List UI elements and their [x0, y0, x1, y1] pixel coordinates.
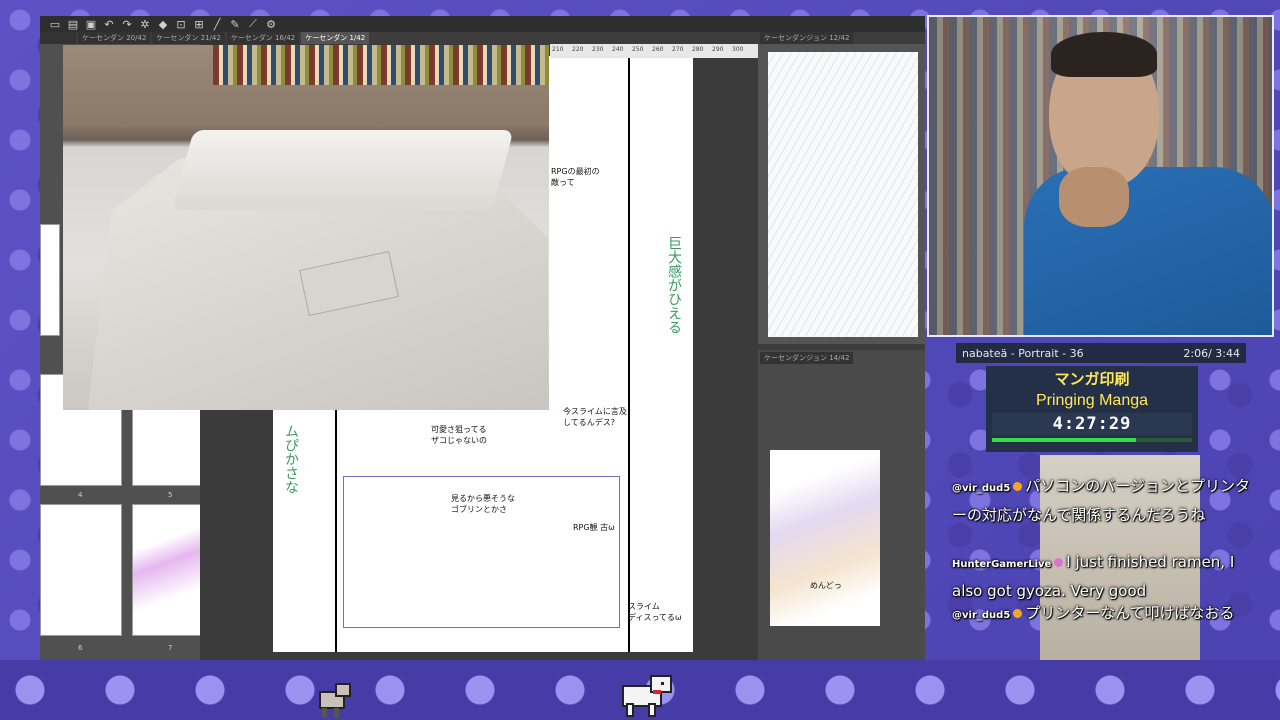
stream-title-box: マンガ印刷 Pringing Manga 4:27:29 — [986, 366, 1198, 452]
settings-icon[interactable]: ⚙ — [264, 18, 278, 31]
badge-icon — [1013, 482, 1023, 491]
toolbar: ▭ ▤ ▣ ↶ ↷ ✲ ◆ ⊡ ⊞ ╱ ✎ ⟋ ⚙ — [40, 16, 925, 32]
page-number: 5 — [168, 491, 173, 499]
streamer-hand — [1059, 167, 1129, 227]
bookshelf — [213, 45, 549, 85]
ruler-label: 230 — [592, 46, 604, 53]
webcam-feed — [927, 15, 1274, 337]
speech-bubble: 可愛さ狙ってる ザコじゃないの — [431, 425, 487, 445]
open-folder-icon[interactable]: ▤ — [66, 18, 80, 31]
reference-document-1[interactable]: ケーセンダンジョン 12/42 — [758, 32, 925, 344]
page-thumbnail[interactable] — [40, 224, 60, 336]
tab-document-1[interactable] — [40, 32, 76, 44]
song-title: nabateä - Portrait - 36 — [962, 346, 1084, 360]
song-time: 2:06/ 3:44 — [1183, 346, 1240, 360]
tab-reference-1[interactable]: ケーセンダンジョン 12/42 — [760, 32, 854, 44]
new-file-icon[interactable]: ▭ — [48, 18, 62, 31]
now-playing-bar: nabateä - Portrait - 36 2:06/ 3:44 — [956, 343, 1246, 363]
timer-progress-fill — [992, 438, 1136, 442]
badge-icon — [1013, 609, 1023, 618]
chat-message: @vir_dud5 プリンターなんて叩けばなおる — [952, 600, 1256, 629]
undo-icon[interactable]: ↶ — [102, 18, 116, 31]
tab-reference-2[interactable]: ケーセンダンジョン 14/42 — [760, 352, 854, 364]
tab-document-3[interactable]: ケーセンダン 21/42 — [152, 32, 225, 44]
speech-bubble: 今スライムに言及 してるんデス? — [563, 407, 627, 427]
ruler-label: 240 — [612, 46, 624, 53]
save-icon[interactable]: ▣ — [84, 18, 98, 31]
fill-icon[interactable]: ◆ — [156, 18, 170, 31]
page-thumbnail[interactable] — [40, 504, 122, 636]
chat-username: @vir_dud5 — [952, 483, 1011, 494]
reference-manga-page — [768, 52, 918, 337]
ruler-label: 260 — [652, 46, 664, 53]
ruler-label: 280 — [692, 46, 704, 53]
handwritten-note: 巨大感がひえる — [666, 236, 682, 334]
timer-progress-bar — [992, 438, 1192, 442]
page-number: 4 — [78, 491, 83, 499]
page-number: 6 — [78, 644, 83, 652]
ruler-label: 300 — [732, 46, 744, 53]
clip-studio-window: ▭ ▤ ▣ ↶ ↷ ✲ ◆ ⊡ ⊞ ╱ ✎ ⟋ ⚙ ケーセンダン 20/42 ケ… — [40, 16, 925, 660]
pixel-dinosaur-sprite — [319, 683, 351, 718]
tab-document-active[interactable]: ケーセンダン 1/42 — [301, 32, 370, 44]
pixel-dog-sprite — [622, 675, 672, 717]
stream-title-en: Pringing Manga — [1035, 392, 1149, 409]
grid-icon[interactable]: ⊞ — [192, 18, 206, 31]
chat-message: @vir_dud5 パソコンのバージョンとプリンターの対応がなんで関係するんだろう… — [952, 473, 1256, 528]
printer-photo-overlay — [63, 45, 549, 410]
speech-bubble: RPGの最初の 敵って — [551, 167, 600, 187]
gear-icon[interactable]: ✲ — [138, 18, 152, 31]
printer-output-tray — [172, 130, 514, 210]
handwritten-note: ムぴかさな — [283, 424, 299, 494]
stream-timer: 4:27:29 — [992, 413, 1192, 435]
stream-title-jp: マンガ印刷 — [1054, 370, 1130, 388]
frame-line — [628, 56, 630, 652]
chat-message: HunterGamerLive I just finished ramen, I … — [952, 549, 1256, 604]
reference-manga-page: めんどっ — [770, 450, 880, 626]
redo-icon[interactable]: ↷ — [120, 18, 134, 31]
line-icon[interactable]: ⟋ — [246, 17, 260, 31]
sketch-panel-border — [343, 476, 620, 628]
streamer-hair — [1051, 32, 1157, 77]
document-tabs: ケーセンダン 20/42 ケーセンダン 21/42 ケーセンダン 16/42 ケ… — [40, 32, 370, 44]
page-number: 7 — [168, 644, 173, 652]
tab-document-2[interactable]: ケーセンダン 20/42 — [78, 32, 151, 44]
pen-icon[interactable]: ✎ — [228, 18, 242, 31]
ruler-label: 270 — [672, 46, 684, 53]
chat-username: HunterGamerLive — [952, 559, 1052, 570]
page-thumbnail[interactable] — [132, 504, 202, 636]
badge-icon — [1054, 558, 1064, 567]
reference-document-2[interactable]: ケーセンダンジョン 14/42 めんどっ — [758, 350, 925, 660]
chat-text: プリンターなんて叩けばなおる — [1025, 604, 1235, 622]
ruler-label: 290 — [712, 46, 724, 53]
ruler-label: 210 — [552, 46, 564, 53]
mini-caption: めんどっ — [810, 581, 842, 590]
caption-note: スライム ディスってるω — [628, 602, 682, 622]
ruler-icon[interactable]: ╱ — [210, 18, 224, 31]
transform-icon[interactable]: ⊡ — [174, 18, 188, 31]
chat-username: @vir_dud5 — [952, 610, 1011, 621]
horizontal-ruler: 210 220 230 240 250 260 270 280 290 300 — [550, 44, 758, 58]
tab-document-4[interactable]: ケーセンダン 16/42 — [226, 32, 300, 44]
ruler-label: 250 — [632, 46, 644, 53]
ruler-label: 220 — [572, 46, 584, 53]
